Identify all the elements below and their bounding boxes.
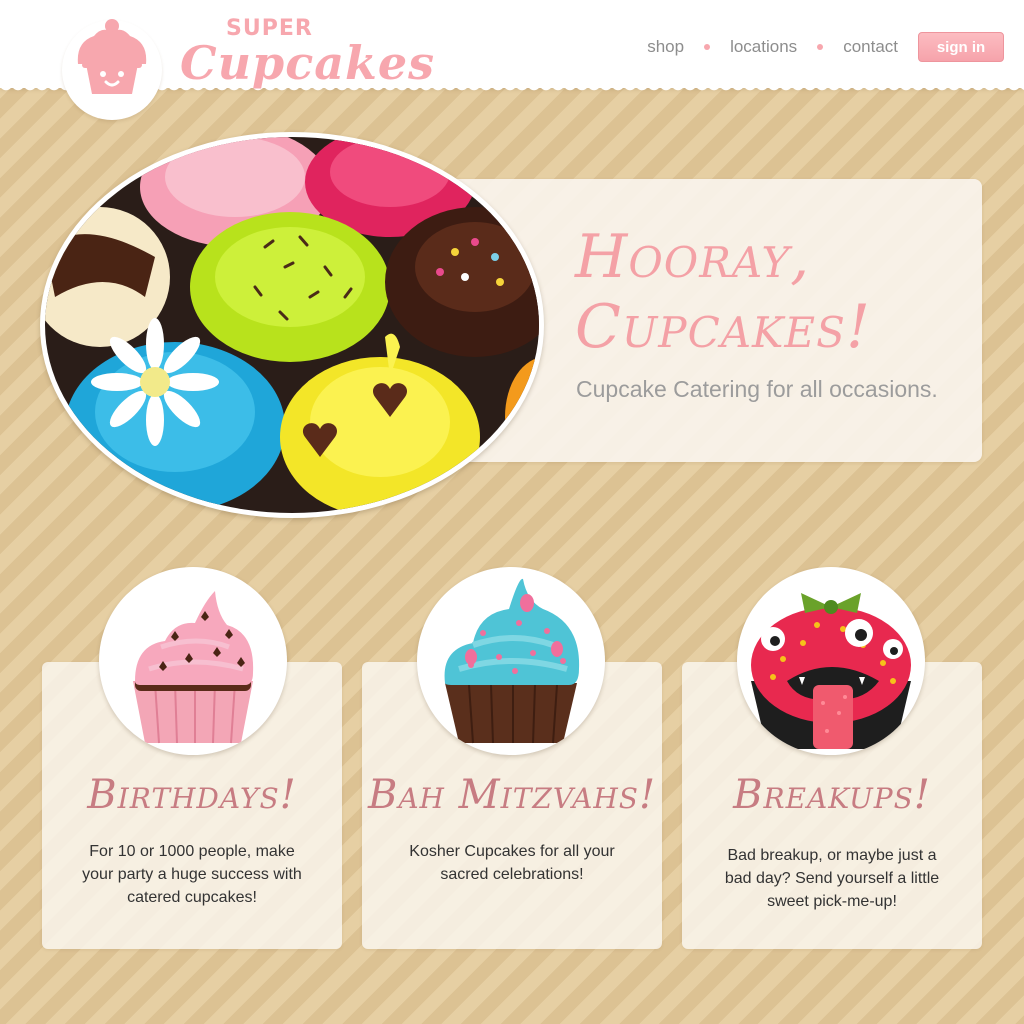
main-nav: shop locations contact sign in — [647, 32, 1024, 62]
assorted-cupcakes-photo — [45, 137, 539, 513]
hero-title-line-1: Hooray, — [575, 222, 811, 292]
nav-locations[interactable]: locations — [730, 37, 797, 57]
monster-cupcake-photo — [751, 593, 911, 749]
nav-shop[interactable]: shop — [647, 37, 684, 57]
card-bah-mitzvahs-title: Bah Mitzvahs! — [367, 772, 657, 818]
blue-frosting-cupcake-photo — [444, 578, 580, 744]
hero-title-line-2: Cupcakes! — [575, 292, 871, 362]
hero-subtitle: Cupcake Catering for all occasions. — [576, 376, 938, 402]
card-breakups-photo — [737, 567, 925, 755]
logo-badge[interactable] — [62, 19, 162, 120]
card-bah-mitzvahs-photo — [417, 567, 605, 755]
cupcake-logo-icon — [77, 19, 147, 94]
hero-cupcakes-image — [40, 132, 544, 518]
nav-separator-dot — [704, 44, 711, 50]
card-breakups-title: Breakups! — [733, 772, 931, 818]
nav-separator-dot — [817, 44, 824, 50]
sign-in-button[interactable]: sign in — [918, 32, 1004, 62]
card-birthdays-title: Birthdays! — [87, 772, 297, 818]
hero-title: Hooray, Cupcakes! — [575, 222, 995, 362]
nav-contact[interactable]: contact — [843, 37, 898, 57]
pink-frosting-cupcake-photo — [133, 591, 254, 744]
brand-name: Cupcakes — [180, 36, 436, 90]
card-breakups-text: Bad breakup, or maybe just a bad day? Se… — [724, 847, 940, 910]
card-birthdays-photo — [99, 567, 287, 755]
card-bah-mitzvahs-text: Kosher Cupcakes for all your sacred cele… — [409, 843, 615, 883]
card-birthdays-text: For 10 or 1000 people, make your party a… — [82, 843, 302, 906]
